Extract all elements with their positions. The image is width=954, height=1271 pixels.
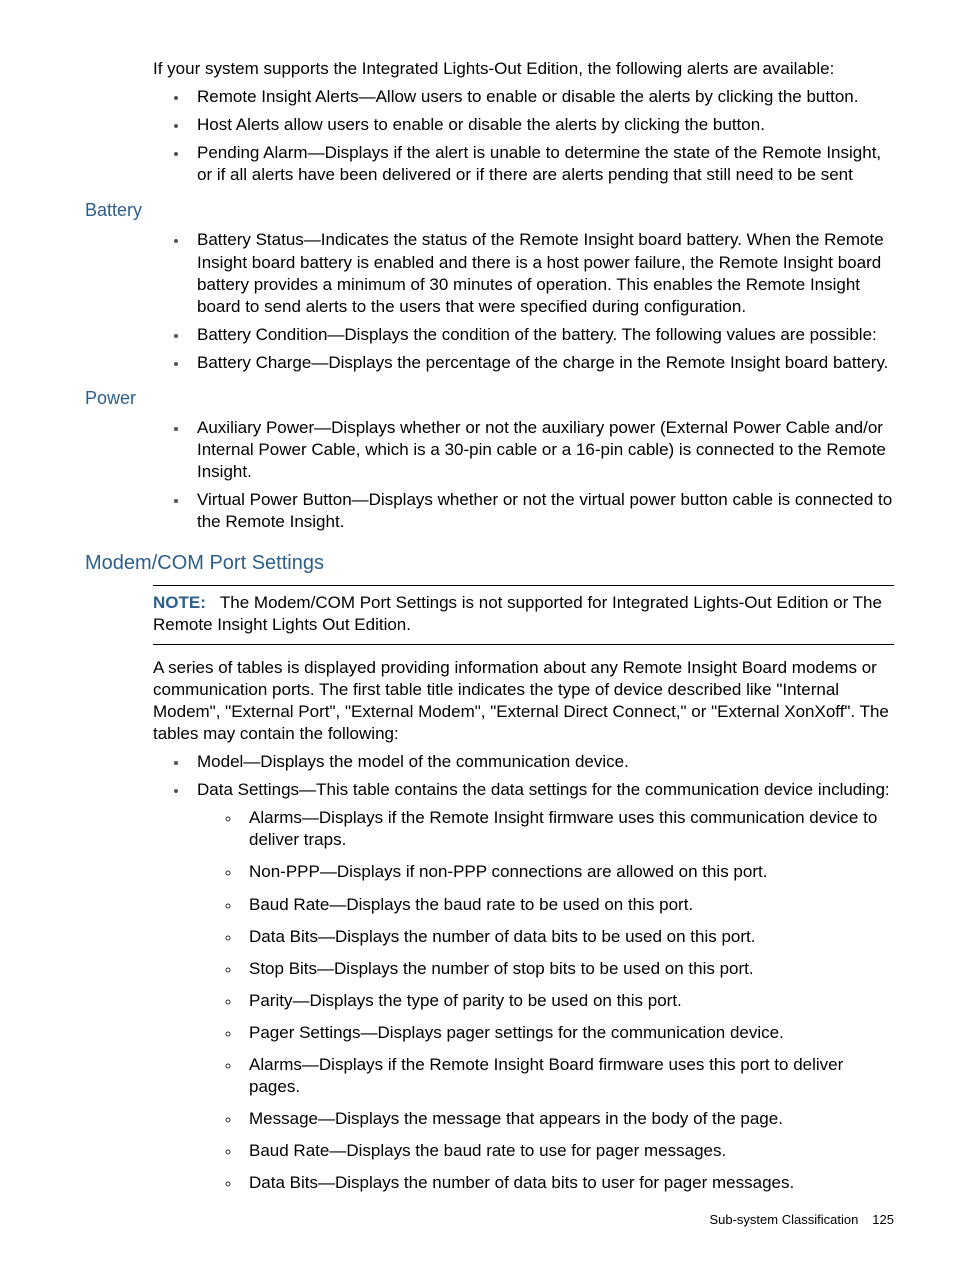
list-item: Stop Bits—Displays the number of stop bi… — [241, 958, 894, 980]
list-item: Data Bits—Displays the number of data bi… — [241, 1172, 894, 1194]
list-item: Battery Charge—Displays the percentage o… — [189, 352, 894, 374]
heading-power: Power — [85, 388, 894, 409]
list-item: Baud Rate—Displays the baud rate to use … — [241, 1140, 894, 1162]
list-item: Parity—Displays the type of parity to be… — [241, 990, 894, 1012]
list-item: Pending Alarm—Displays if the alert is u… — [189, 142, 894, 186]
list-item: Virtual Power Button—Displays whether or… — [189, 489, 894, 533]
footer-page-number: 125 — [872, 1212, 894, 1227]
note-label: NOTE: — [153, 593, 206, 612]
heading-battery: Battery — [85, 200, 894, 221]
battery-block: Battery Status—Indicates the status of t… — [153, 229, 894, 374]
list-item-label: Data Settings—This table contains the da… — [197, 780, 890, 799]
list-item: Model—Displays the model of the communic… — [189, 751, 894, 773]
list-item: Alarms—Displays if the Remote Insight Bo… — [241, 1054, 894, 1098]
battery-list: Battery Status—Indicates the status of t… — [153, 229, 894, 374]
modem-block: NOTE:The Modem/COM Port Settings is not … — [153, 585, 894, 1195]
intro-list: Remote Insight Alerts—Allow users to ena… — [153, 86, 894, 186]
list-item: Non-PPP—Displays if non-PPP connections … — [241, 861, 894, 883]
page-footer: Sub-system Classification 125 — [709, 1212, 894, 1227]
list-item: Remote Insight Alerts—Allow users to ena… — [189, 86, 894, 108]
power-list: Auxiliary Power—Displays whether or not … — [153, 417, 894, 533]
note-block: NOTE:The Modem/COM Port Settings is not … — [153, 585, 894, 645]
list-item: Auxiliary Power—Displays whether or not … — [189, 417, 894, 483]
list-item: Data Settings—This table contains the da… — [189, 779, 894, 1194]
list-item: Battery Condition—Displays the condition… — [189, 324, 894, 346]
list-item: Data Bits—Displays the number of data bi… — [241, 926, 894, 948]
list-item: Host Alerts allow users to enable or dis… — [189, 114, 894, 136]
list-item: Baud Rate—Displays the baud rate to be u… — [241, 894, 894, 916]
modem-list: Model—Displays the model of the communic… — [153, 751, 894, 1194]
list-item: Message—Displays the message that appear… — [241, 1108, 894, 1130]
list-item: Pager Settings—Displays pager settings f… — [241, 1022, 894, 1044]
modem-para: A series of tables is displayed providin… — [153, 657, 894, 745]
intro-block: If your system supports the Integrated L… — [153, 58, 894, 186]
heading-modem: Modem/COM Port Settings — [85, 552, 894, 575]
intro-para: If your system supports the Integrated L… — [153, 58, 894, 80]
page: If your system supports the Integrated L… — [0, 0, 954, 1271]
list-item: Alarms—Displays if the Remote Insight fi… — [241, 807, 894, 851]
list-item: Battery Status—Indicates the status of t… — [189, 229, 894, 317]
footer-section: Sub-system Classification — [709, 1212, 858, 1227]
power-block: Auxiliary Power—Displays whether or not … — [153, 417, 894, 533]
note-text: The Modem/COM Port Settings is not suppo… — [153, 593, 882, 634]
modem-sublist: Alarms—Displays if the Remote Insight fi… — [197, 807, 894, 1194]
